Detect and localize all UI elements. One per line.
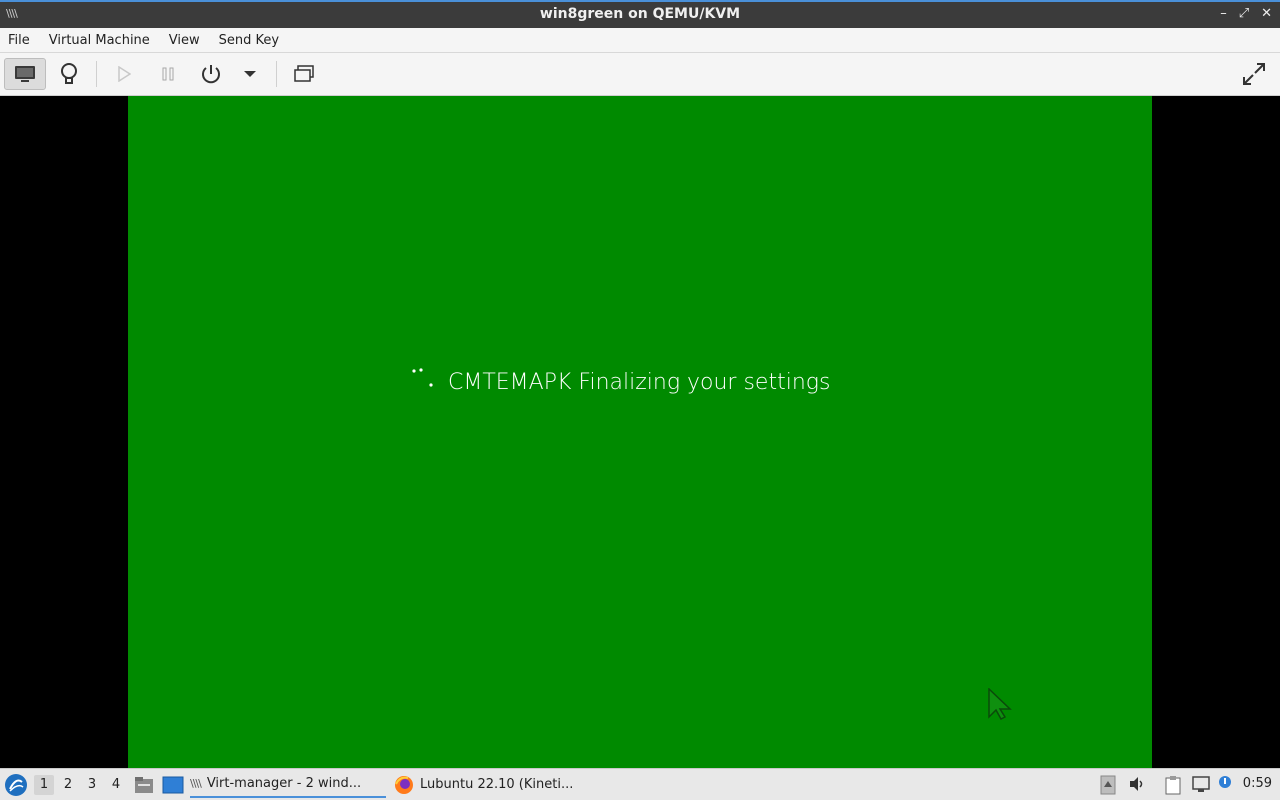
menu-file[interactable]: File	[8, 33, 30, 48]
window-controls: – ⤢ ✕	[1220, 6, 1272, 21]
window-title: win8green on QEMU/KVM	[539, 6, 741, 22]
lubuntu-menu-icon[interactable]	[4, 773, 28, 797]
fullscreen-button[interactable]	[1236, 58, 1272, 90]
window-titlebar: \\\\ win8green on QEMU/KVM – ⤢ ✕	[0, 0, 1280, 28]
task-label: Virt-manager - 2 wind...	[206, 776, 362, 791]
mouse-cursor-icon	[988, 688, 1012, 720]
toolbar	[0, 53, 1280, 96]
menu-virtual-machine[interactable]: Virtual Machine	[49, 33, 150, 48]
menu-bar: File Virtual Machine View Send Key	[0, 28, 1280, 53]
volume-icon[interactable]	[1128, 775, 1146, 793]
chevron-down-icon	[244, 71, 256, 77]
network-icon[interactable]	[1191, 775, 1211, 793]
maximize-button[interactable]: ⤢	[1239, 6, 1249, 21]
taskbar: 1 2 3 4 \\\\ Virt-manager - 2 wind... Lu…	[0, 768, 1280, 800]
task-virt-manager[interactable]: \\\\ Virt-manager - 2 wind...	[190, 771, 386, 798]
workspace-3[interactable]: 3	[82, 775, 102, 795]
shutdown-menu-button[interactable]	[238, 58, 262, 90]
details-view-button[interactable]	[54, 58, 84, 90]
task-label: Lubuntu 22.10 (Kineti...	[420, 777, 574, 792]
notification-area-icon[interactable]	[1100, 775, 1116, 795]
run-button[interactable]	[110, 58, 138, 90]
snapshots-icon	[294, 65, 314, 82]
clipboard-icon[interactable]	[1164, 775, 1182, 795]
workspace-2[interactable]: 2	[58, 775, 78, 795]
toolbar-separator	[96, 61, 97, 87]
workspace-1[interactable]: 1	[34, 775, 54, 795]
firefox-icon	[395, 775, 413, 794]
menu-view[interactable]: View	[169, 33, 200, 48]
fullscreen-icon	[1243, 63, 1265, 85]
clock[interactable]: 0:59	[1243, 776, 1272, 791]
snapshots-button[interactable]	[288, 58, 320, 90]
update-notifier-icon[interactable]	[1218, 775, 1232, 793]
task-firefox[interactable]: Lubuntu 22.10 (Kineti...	[394, 771, 594, 798]
console-view-button[interactable]	[4, 58, 46, 90]
guest-screen[interactable]: CMTEMAPK Finalizing your settings	[128, 96, 1152, 768]
monitor-icon	[15, 66, 35, 82]
power-icon	[202, 65, 220, 84]
workspace-4[interactable]: 4	[106, 775, 126, 795]
shutdown-button[interactable]	[196, 58, 226, 90]
pause-icon	[162, 67, 174, 81]
guest-status-message: CMTEMAPK Finalizing your settings	[448, 370, 831, 395]
pause-button[interactable]	[154, 58, 182, 90]
virt-manager-icon: \\\\	[190, 777, 202, 790]
lightbulb-icon	[61, 63, 77, 84]
play-icon	[118, 66, 131, 82]
menu-send-key[interactable]: Send Key	[219, 33, 279, 48]
toolbar-separator	[276, 61, 277, 87]
vm-display[interactable]: CMTEMAPK Finalizing your settings	[0, 96, 1280, 768]
show-desktop-icon[interactable]	[162, 776, 184, 794]
loading-spinner-icon	[412, 368, 433, 387]
file-manager-icon[interactable]	[134, 776, 154, 794]
close-button[interactable]: ✕	[1261, 6, 1272, 21]
minimize-button[interactable]: –	[1220, 6, 1227, 21]
